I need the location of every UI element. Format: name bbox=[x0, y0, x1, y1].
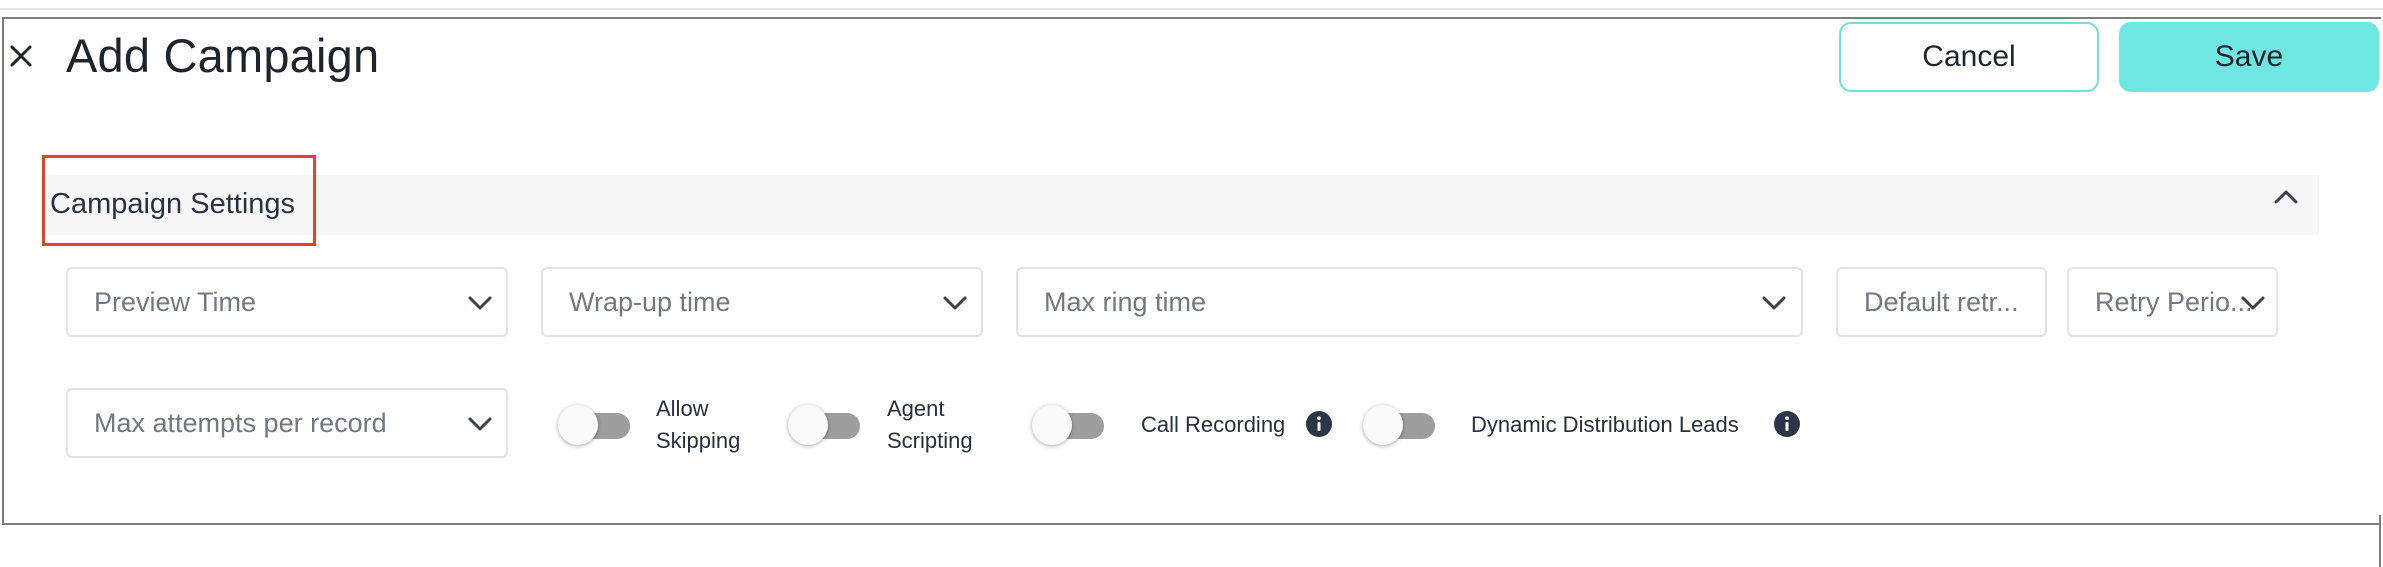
close-icon[interactable] bbox=[6, 38, 36, 74]
retry-period-select[interactable]: Retry Perio... bbox=[2067, 267, 2278, 337]
chevron-down-icon bbox=[1760, 291, 1788, 315]
agent-scripting-label-line1: Agent bbox=[887, 396, 945, 421]
default-retry-input[interactable]: Default retr... bbox=[1836, 267, 2047, 337]
max-ring-time-placeholder: Max ring time bbox=[1044, 286, 1207, 317]
toggle-knob bbox=[558, 405, 598, 445]
allow-skipping-toggle[interactable] bbox=[558, 403, 638, 447]
chevron-down-icon bbox=[466, 291, 494, 315]
preview-time-placeholder: Preview Time bbox=[94, 286, 257, 317]
page-title: Add Campaign bbox=[66, 29, 380, 82]
preview-time-select[interactable]: Preview Time bbox=[66, 267, 508, 337]
allow-skipping-label-line2: Skipping bbox=[656, 428, 741, 453]
chevron-up-icon[interactable] bbox=[2272, 183, 2300, 211]
max-attempts-placeholder: Max attempts per record bbox=[94, 407, 387, 438]
cancel-button[interactable]: Cancel bbox=[1839, 22, 2099, 92]
toggle-knob bbox=[1363, 405, 1403, 445]
max-attempts-select[interactable]: Max attempts per record bbox=[66, 388, 508, 458]
retry-period-placeholder: Retry Perio... bbox=[2095, 286, 2253, 317]
dynamic-distribution-toggle[interactable] bbox=[1363, 403, 1443, 447]
agent-scripting-label-line2: Scripting bbox=[887, 428, 973, 453]
dynamic-distribution-label: Dynamic Distribution Leads bbox=[1471, 412, 1739, 437]
agent-scripting-toggle[interactable] bbox=[788, 403, 868, 447]
chevron-down-icon bbox=[466, 412, 494, 436]
default-retry-placeholder: Default retr... bbox=[1864, 286, 2019, 317]
section-title: Campaign Settings bbox=[50, 188, 296, 220]
info-icon[interactable] bbox=[1773, 410, 1801, 438]
top-divider bbox=[0, 8, 2383, 10]
toggle-knob bbox=[788, 405, 828, 445]
save-button[interactable]: Save bbox=[2119, 22, 2379, 92]
wrap-up-time-placeholder: Wrap-up time bbox=[569, 286, 731, 317]
campaign-settings-header[interactable]: Campaign Settings bbox=[44, 175, 2319, 235]
panel-edge bbox=[2379, 515, 2381, 567]
chevron-down-icon bbox=[2239, 291, 2267, 315]
chevron-down-icon bbox=[941, 291, 969, 315]
info-icon[interactable] bbox=[1305, 410, 1333, 438]
call-recording-label: Call Recording bbox=[1141, 412, 1286, 437]
wrap-up-time-select[interactable]: Wrap-up time bbox=[541, 267, 983, 337]
max-ring-time-select[interactable]: Max ring time bbox=[1016, 267, 1803, 337]
call-recording-toggle[interactable] bbox=[1032, 403, 1112, 447]
allow-skipping-label-line1: Allow bbox=[656, 396, 709, 421]
toggle-knob bbox=[1032, 405, 1072, 445]
